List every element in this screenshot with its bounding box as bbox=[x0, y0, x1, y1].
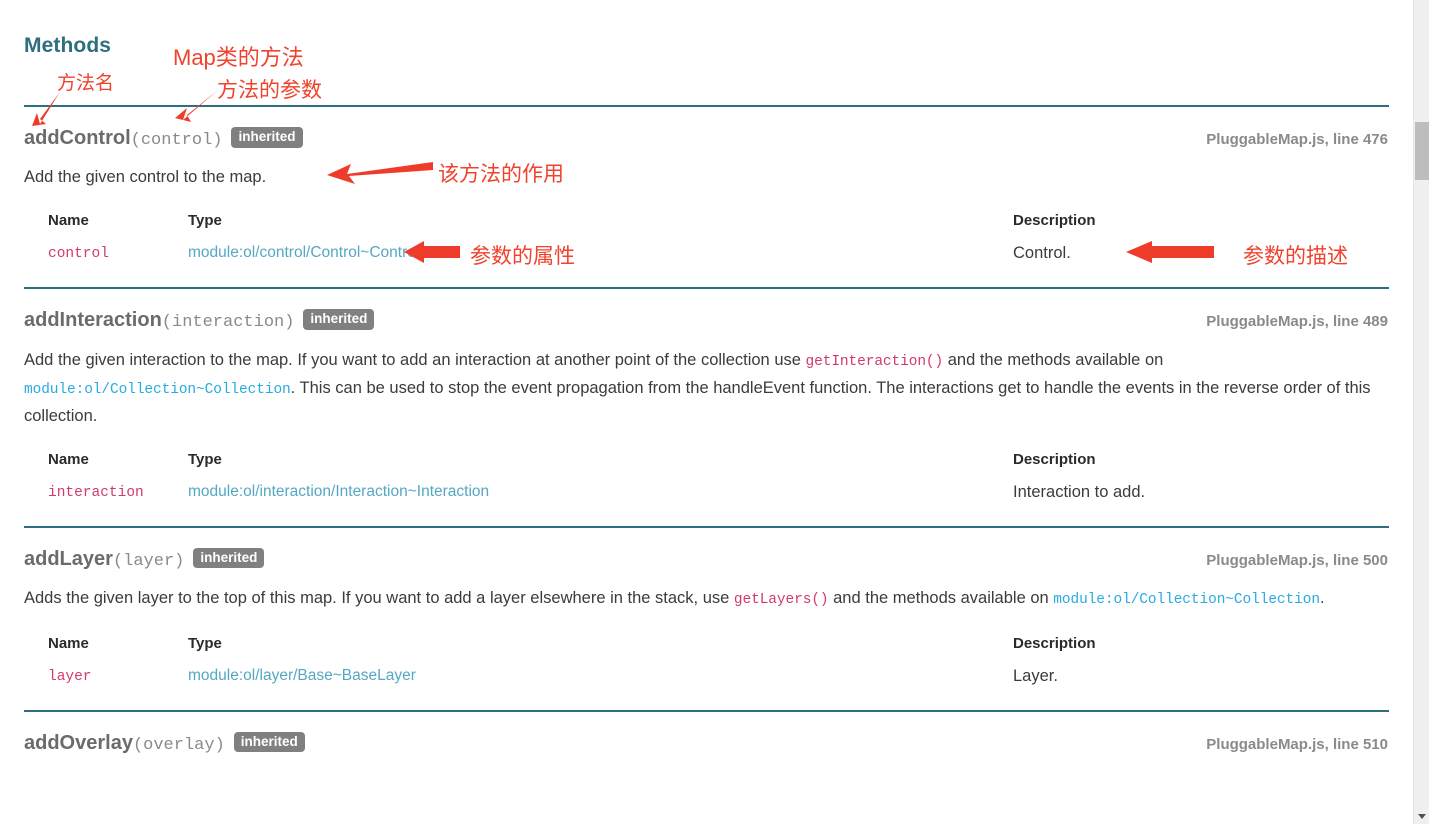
scroll-down-arrow-icon[interactable] bbox=[1414, 808, 1429, 824]
method-section-addinteraction: addInteraction(interaction) inherited Plu… bbox=[24, 289, 1389, 525]
param-type-link[interactable]: module:ol/interaction/Interaction~Intera… bbox=[188, 483, 489, 500]
column-header-type: Type bbox=[188, 212, 222, 230]
method-signature: addInteraction(interaction) inherited bbox=[24, 308, 375, 333]
method-params-signature: (control) bbox=[130, 131, 223, 151]
desc-text: Add the given control to the map. bbox=[24, 168, 267, 187]
inherited-badge: inherited bbox=[303, 309, 375, 330]
inline-code-link[interactable]: module:ol/Collection~Collection bbox=[24, 382, 291, 398]
desc-text: Add the given interaction to the map. If… bbox=[24, 350, 806, 369]
method-header: addLayer(layer) inherited PluggableMap.js… bbox=[24, 528, 1389, 572]
source-file-link[interactable]: PluggableMap.js, line 489 bbox=[1206, 313, 1389, 330]
column-header-description: Description bbox=[1013, 634, 1096, 652]
method-name[interactable]: addControl bbox=[24, 127, 131, 149]
table-header-row: Name Type Description bbox=[24, 451, 1389, 474]
parameters-table: Name Type Description interaction module… bbox=[24, 451, 1389, 502]
method-signature: addLayer(layer) inherited bbox=[24, 547, 265, 572]
param-name: layer bbox=[48, 668, 92, 685]
method-signature: addOverlay(overlay) inherited bbox=[24, 731, 305, 756]
method-name[interactable]: addInteraction bbox=[24, 309, 162, 331]
column-header-type: Type bbox=[188, 634, 222, 652]
column-header-description: Description bbox=[1013, 212, 1096, 230]
method-params-signature: (overlay) bbox=[132, 735, 225, 755]
parameters-table: Name Type Description control module:ol/… bbox=[24, 212, 1389, 263]
source-file-link[interactable]: PluggableMap.js, line 476 bbox=[1206, 131, 1389, 148]
param-name: interaction bbox=[48, 484, 144, 501]
column-header-name: Name bbox=[48, 634, 89, 652]
param-type-link[interactable]: module:ol/control/Control~Control bbox=[188, 244, 419, 261]
parameters-table: Name Type Description layer module:ol/la… bbox=[24, 635, 1389, 686]
desc-text: Adds the given layer to the top of this … bbox=[24, 588, 734, 607]
documentation-content: Methods addControl(control) inherited Plu… bbox=[0, 0, 1413, 756]
method-section-addcontrol: addControl(control) inherited PluggableMa… bbox=[24, 107, 1389, 287]
inherited-badge: inherited bbox=[193, 547, 265, 569]
param-description: Control. bbox=[1013, 244, 1071, 263]
inherited-badge: inherited bbox=[233, 731, 305, 753]
method-signature: addControl(control) inherited bbox=[24, 126, 303, 151]
source-file-link[interactable]: PluggableMap.js, line 510 bbox=[1206, 736, 1389, 753]
param-name: control bbox=[48, 246, 109, 263]
method-description: Add the given control to the map. bbox=[24, 164, 1389, 190]
table-header-row: Name Type Description bbox=[24, 635, 1389, 658]
desc-text: and the methods available on bbox=[943, 350, 1164, 369]
param-type-link[interactable]: module:ol/layer/Base~BaseLayer bbox=[188, 667, 416, 684]
method-section-addlayer: addLayer(layer) inherited PluggableMap.js… bbox=[24, 528, 1389, 710]
column-header-type: Type bbox=[188, 450, 222, 468]
inherited-badge: inherited bbox=[231, 127, 303, 148]
method-header: addInteraction(interaction) inherited Plu… bbox=[24, 289, 1389, 333]
method-description: Adds the given layer to the top of this … bbox=[24, 585, 1389, 613]
table-row: control module:ol/control/Control~Contro… bbox=[24, 235, 1389, 263]
method-params-signature: (interaction) bbox=[161, 313, 295, 333]
method-header: addControl(control) inherited PluggableMa… bbox=[24, 107, 1389, 151]
method-description: Add the given interaction to the map. If… bbox=[24, 347, 1389, 429]
method-header: addOverlay(overlay) inherited PluggableMa… bbox=[24, 712, 1389, 756]
column-header-description: Description bbox=[1013, 450, 1096, 468]
column-header-name: Name bbox=[48, 212, 89, 230]
page-title: Methods bbox=[24, 34, 112, 57]
method-params-signature: (layer) bbox=[112, 551, 185, 571]
column-header-name: Name bbox=[48, 450, 89, 468]
scrollbar-thumb[interactable] bbox=[1415, 122, 1429, 180]
desc-text: and the methods available on bbox=[828, 588, 1054, 607]
inline-code: getLayers() bbox=[733, 591, 829, 608]
param-description: Layer. bbox=[1013, 666, 1058, 685]
table-header-row: Name Type Description bbox=[24, 212, 1389, 235]
table-row: layer module:ol/layer/Base~BaseLayer Lay… bbox=[24, 658, 1389, 686]
method-name[interactable]: addOverlay bbox=[24, 732, 133, 754]
table-row: interaction module:ol/interaction/Intera… bbox=[24, 474, 1389, 502]
inline-code-link[interactable]: module:ol/Collection~Collection bbox=[1053, 592, 1320, 608]
method-section-addoverlay: addOverlay(overlay) inherited PluggableMa… bbox=[24, 712, 1389, 756]
method-name[interactable]: addLayer bbox=[24, 548, 113, 570]
vertical-scrollbar[interactable] bbox=[1413, 0, 1429, 824]
documentation-scroll-area[interactable]: Methods addControl(control) inherited Plu… bbox=[0, 0, 1413, 824]
source-file-link[interactable]: PluggableMap.js, line 500 bbox=[1206, 552, 1389, 569]
param-description: Interaction to add. bbox=[1013, 482, 1146, 501]
desc-text: . bbox=[1319, 588, 1325, 607]
inline-code: getInteraction() bbox=[805, 353, 944, 370]
